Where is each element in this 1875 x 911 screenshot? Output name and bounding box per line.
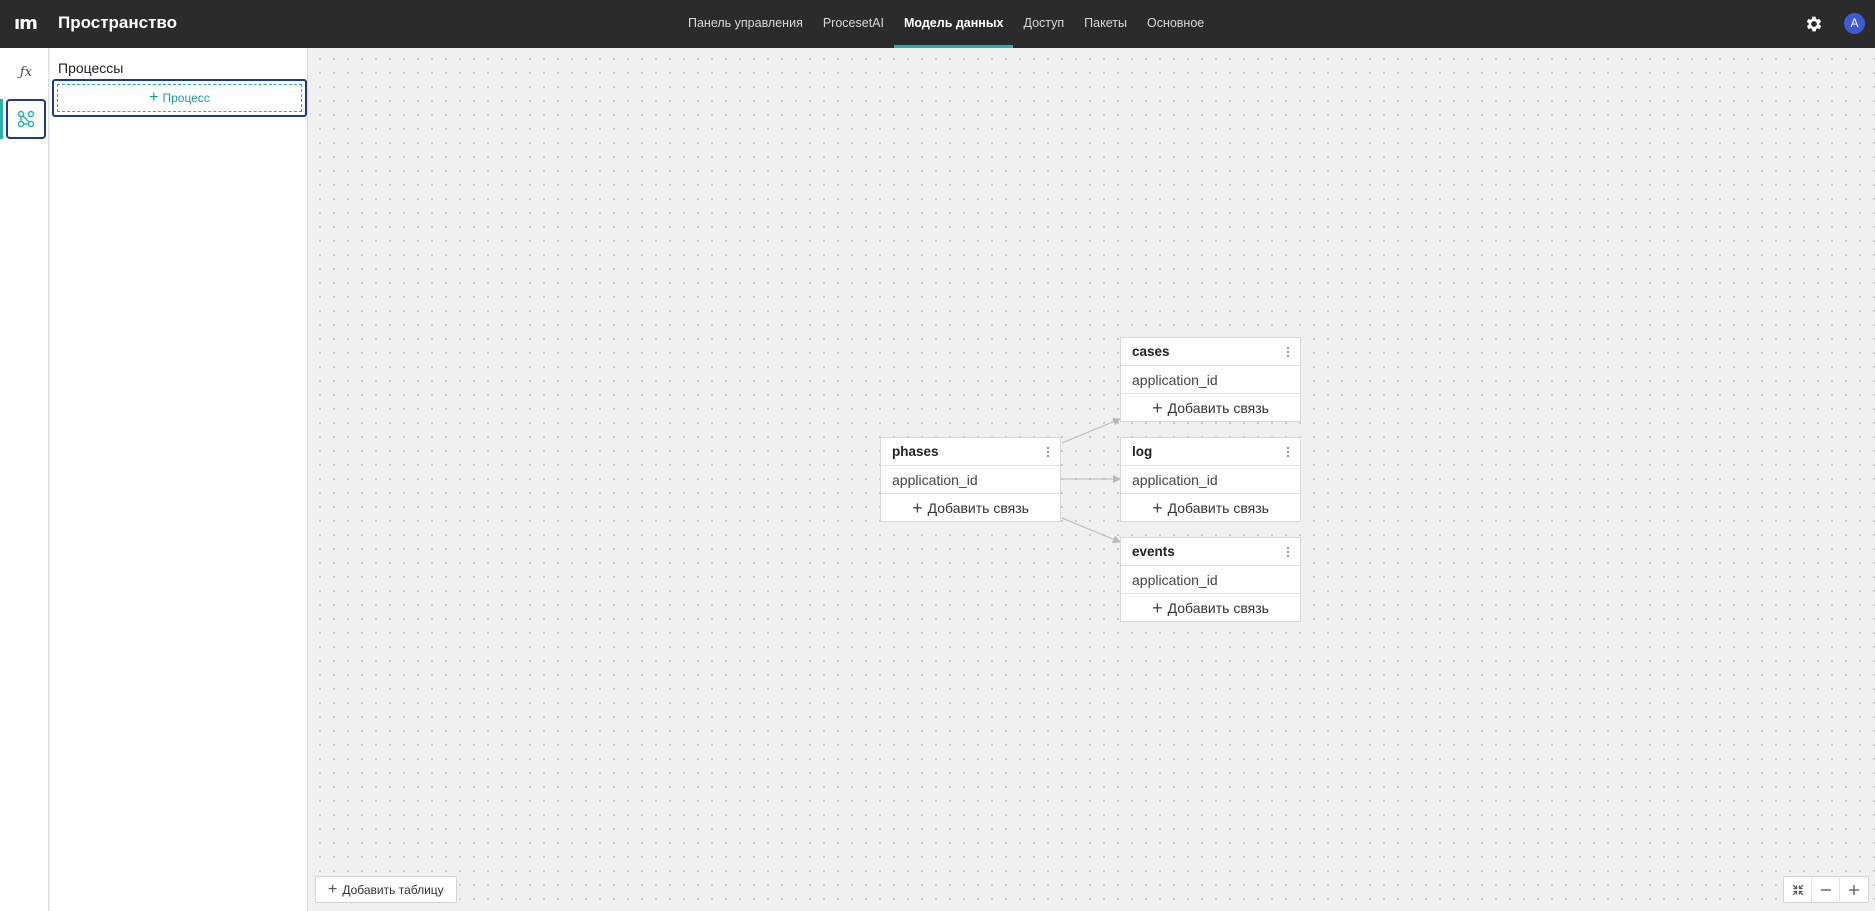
add-relation-label: Добавить связь [1167, 599, 1269, 616]
data-model-glyph [17, 110, 35, 128]
table-name: log [1132, 444, 1153, 459]
add-relation-label: Добавить связь [927, 499, 1029, 516]
user-avatar[interactable]: A [1844, 13, 1865, 34]
processes-panel: Процессы + Процесс [50, 48, 308, 911]
add-relation-label: Добавить связь [1167, 399, 1269, 416]
table-card-events[interactable]: events application_id + Добавить связь [1120, 537, 1301, 622]
table-field[interactable]: application_id [1121, 566, 1300, 594]
plus-icon: + [912, 497, 923, 518]
more-vertical-icon[interactable] [1282, 343, 1294, 361]
rail-active-indicator [0, 99, 3, 139]
add-relation-label: Добавить связь [1167, 499, 1269, 516]
main-nav: Панель управления ProcesetAI Модель данн… [678, 0, 1214, 48]
table-header: log [1121, 438, 1300, 466]
more-vertical-icon[interactable] [1282, 543, 1294, 561]
tab-packages[interactable]: Пакеты [1074, 0, 1137, 48]
plus-icon: + [149, 89, 159, 106]
app-logo[interactable]: ım [14, 13, 38, 34]
tab-access[interactable]: Доступ [1013, 0, 1074, 48]
add-process-label: Процесс [162, 91, 210, 105]
table-field[interactable]: application_id [1121, 366, 1300, 394]
more-vertical-icon[interactable] [1282, 443, 1294, 461]
more-vertical-icon[interactable] [1042, 443, 1054, 461]
table-name: phases [892, 444, 939, 459]
add-process-inner: + Процесс [57, 84, 302, 112]
plus-icon: + [328, 880, 338, 898]
plus-icon: + [1152, 497, 1163, 518]
add-relation-button[interactable]: + Добавить связь [1121, 494, 1300, 521]
add-relation-button[interactable]: + Добавить связь [1121, 394, 1300, 421]
workspace-title: Пространство [58, 13, 178, 32]
model-canvas[interactable] [309, 48, 1875, 911]
table-header: events [1121, 538, 1300, 566]
add-table-label: Добавить таблицу [342, 882, 444, 897]
table-card-cases[interactable]: cases application_id + Добавить связь [1120, 337, 1301, 422]
table-header: cases [1121, 338, 1300, 366]
tab-dashboard[interactable]: Панель управления [678, 0, 813, 48]
tab-general[interactable]: Основное [1137, 0, 1214, 48]
add-process-button[interactable]: + Процесс [52, 79, 307, 117]
table-name: cases [1132, 344, 1170, 359]
zoom-in-icon[interactable] [1840, 877, 1868, 902]
zoom-controls [1783, 876, 1869, 903]
icon-rail: ƒx [0, 48, 49, 911]
fit-screen-icon[interactable] [1784, 877, 1812, 902]
table-card-phases[interactable]: phases application_id + Добавить связь [880, 437, 1061, 522]
table-field[interactable]: application_id [881, 466, 1060, 494]
table-header: phases [881, 438, 1060, 466]
plus-icon: + [1152, 397, 1163, 418]
add-table-button[interactable]: + Добавить таблицу [315, 876, 457, 903]
tab-data-model[interactable]: Модель данных [893, 0, 1014, 48]
add-relation-button[interactable]: + Добавить связь [881, 494, 1060, 521]
add-relation-button[interactable]: + Добавить связь [1121, 594, 1300, 621]
table-name: events [1132, 544, 1175, 559]
top-bar: ım Пространство Панель управления Proces… [0, 0, 1875, 48]
gear-icon[interactable] [1804, 14, 1824, 34]
processes-title: Процессы [58, 60, 124, 76]
table-card-log[interactable]: log application_id + Добавить связь [1120, 437, 1301, 522]
tab-procesetai[interactable]: ProcesetAI [813, 0, 894, 48]
data-model-icon[interactable] [6, 99, 46, 139]
zoom-out-icon[interactable] [1812, 877, 1840, 902]
plus-icon: + [1152, 597, 1163, 618]
function-icon[interactable]: ƒx [6, 52, 46, 92]
table-field[interactable]: application_id [1121, 466, 1300, 494]
